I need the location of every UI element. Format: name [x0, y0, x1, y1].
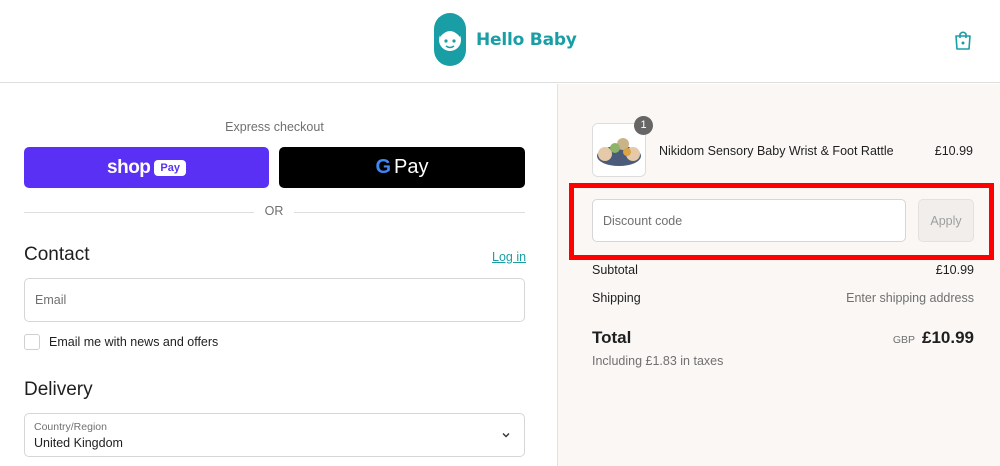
total-row: Total GBP £10.99: [592, 328, 974, 348]
or-text: OR: [264, 204, 284, 218]
shop-pay-button[interactable]: shop Pay: [24, 147, 269, 188]
or-divider: OR: [24, 204, 525, 220]
shipping-row: Shipping Enter shipping address: [592, 291, 974, 305]
discount-code-input[interactable]: [593, 200, 905, 241]
delivery-heading: Delivery: [24, 379, 93, 400]
shopping-bag-icon[interactable]: [952, 29, 974, 51]
product-name: Nikidom Sensory Baby Wrist & Foot Rattle: [659, 144, 894, 158]
apply-discount-button[interactable]: Apply: [918, 199, 974, 242]
newsletter-checkbox[interactable]: [24, 334, 40, 350]
chevron-down-icon: [502, 433, 510, 438]
shipping-value: Enter shipping address: [846, 291, 974, 305]
contact-heading: Contact: [24, 244, 90, 265]
divider-line-right: [294, 212, 525, 213]
express-checkout-label: Express checkout: [225, 120, 324, 134]
google-pay-word: Pay: [394, 156, 429, 178]
baby-face-logo-icon: [434, 13, 466, 66]
newsletter-option: Email me with news and offers: [24, 334, 218, 350]
shipping-label: Shipping: [592, 291, 641, 305]
country-select[interactable]: Country/Region United Kingdom: [24, 413, 525, 457]
product-price: £10.99: [934, 144, 973, 158]
shop-pay-word: shop: [107, 156, 151, 178]
store-logo[interactable]: Hello Baby: [434, 13, 577, 66]
site-header: Hello Baby: [0, 0, 1000, 83]
total-amount: £10.99: [922, 328, 974, 347]
logo-text: Hello Baby: [476, 29, 577, 50]
checkout-form-column: Express checkout shop Pay G Pay OR Conta…: [0, 84, 557, 466]
order-summary-column: 1 Nikidom Sensory Baby Wrist & Foot Ratt…: [557, 84, 1000, 466]
google-pay-button[interactable]: G Pay: [279, 147, 525, 188]
discount-field-wrapper: [592, 199, 906, 242]
total-label: Total: [592, 328, 632, 347]
currency-code: GBP: [892, 334, 915, 346]
country-label: Country/Region: [34, 421, 107, 433]
country-value: United Kingdom: [34, 436, 123, 450]
divider-line-left: [24, 212, 254, 213]
quantity-badge: 1: [634, 116, 653, 135]
log-in-link[interactable]: Log in: [492, 250, 526, 264]
subtotal-label: Subtotal: [592, 263, 638, 277]
newsletter-label: Email me with news and offers: [49, 335, 219, 349]
shop-pay-badge: Pay: [154, 159, 186, 176]
total-amount-group: GBP £10.99: [893, 328, 974, 348]
taxes-note: Including £1.83 in taxes: [592, 354, 724, 368]
subtotal-value: £10.99: [935, 263, 974, 277]
google-g-icon: G: [375, 156, 392, 178]
email-field-wrapper: [24, 278, 525, 322]
product-thumbnail: 1: [592, 116, 653, 177]
email-field[interactable]: [25, 279, 524, 321]
subtotal-row: Subtotal £10.99: [592, 263, 974, 277]
